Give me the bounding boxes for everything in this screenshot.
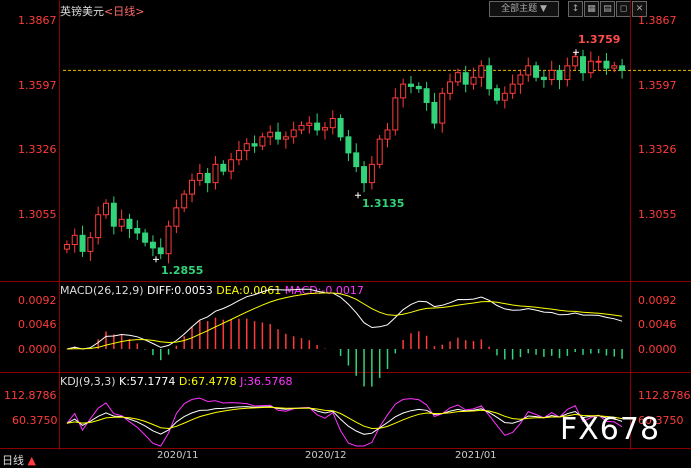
candle-body bbox=[220, 163, 227, 172]
candle-body bbox=[243, 143, 250, 152]
candle-body bbox=[345, 136, 352, 154]
candle-body bbox=[282, 136, 289, 140]
candle-body bbox=[149, 241, 156, 249]
candle-body bbox=[478, 65, 485, 78]
candle-body bbox=[361, 166, 368, 184]
candle-body bbox=[306, 122, 313, 126]
candle-body bbox=[611, 65, 618, 69]
candle-body bbox=[181, 193, 188, 209]
candle-body bbox=[447, 81, 454, 94]
candle-body bbox=[548, 69, 555, 81]
candle-body bbox=[368, 163, 375, 184]
candle-body bbox=[259, 136, 266, 147]
candle-body bbox=[228, 159, 235, 172]
candle-body bbox=[212, 163, 219, 184]
candle-body bbox=[189, 179, 196, 195]
candle-body bbox=[157, 247, 164, 255]
candle-body bbox=[329, 118, 336, 129]
candle-body bbox=[87, 237, 94, 252]
candle-body bbox=[298, 124, 305, 131]
candle-body bbox=[321, 127, 328, 131]
candle-body bbox=[314, 122, 321, 131]
kdj-j-line bbox=[66, 397, 623, 447]
candle-body bbox=[235, 150, 242, 161]
candle-body bbox=[204, 172, 211, 184]
candle-body bbox=[431, 101, 438, 124]
candle-body bbox=[384, 129, 391, 140]
candle-body bbox=[423, 88, 430, 103]
candle-body bbox=[103, 202, 110, 216]
candle-body bbox=[579, 56, 586, 74]
watermark-logo: FX678 bbox=[560, 412, 661, 447]
candle-body bbox=[126, 218, 133, 229]
candle-body bbox=[533, 65, 540, 78]
candle-body bbox=[95, 214, 102, 239]
candle-body bbox=[142, 232, 149, 243]
candle-body bbox=[407, 83, 414, 87]
candle-body bbox=[376, 138, 383, 165]
chart-canvas bbox=[63, 49, 691, 447]
candle-body bbox=[486, 65, 493, 90]
candle-body bbox=[353, 152, 360, 168]
candle-body bbox=[454, 72, 461, 83]
kdj-d-line bbox=[66, 406, 623, 430]
kdj-k-line bbox=[66, 406, 623, 435]
candle-body bbox=[501, 92, 508, 101]
candle-body bbox=[267, 131, 274, 138]
candle-body bbox=[275, 131, 282, 140]
candle-body bbox=[71, 234, 78, 246]
candle-body bbox=[196, 172, 203, 181]
candle-body bbox=[165, 225, 172, 255]
candle-body bbox=[173, 207, 180, 227]
candle-body bbox=[540, 76, 547, 81]
candle-body bbox=[134, 227, 141, 234]
candle-body bbox=[63, 244, 70, 250]
candle-body bbox=[462, 72, 469, 85]
candle-body bbox=[493, 88, 500, 101]
candle-body bbox=[290, 129, 297, 138]
candle-body bbox=[595, 60, 602, 63]
candle-body bbox=[572, 56, 579, 67]
candle-body bbox=[564, 65, 571, 81]
candle-body bbox=[415, 85, 422, 90]
candle-body bbox=[251, 143, 258, 147]
candle-body bbox=[619, 65, 626, 71]
candle-body bbox=[79, 234, 86, 252]
candle-body bbox=[392, 97, 399, 131]
candle-body bbox=[517, 74, 524, 85]
candle-body bbox=[337, 118, 344, 138]
candle-body bbox=[400, 83, 407, 99]
candle-body bbox=[587, 60, 594, 74]
candle-body bbox=[603, 60, 610, 69]
candle-body bbox=[110, 202, 117, 227]
candle-body bbox=[118, 218, 125, 227]
candle-body bbox=[509, 83, 516, 94]
candle-body bbox=[439, 92, 446, 124]
candle-body bbox=[525, 65, 532, 76]
candle-body bbox=[556, 69, 563, 81]
candle-body bbox=[470, 76, 477, 85]
